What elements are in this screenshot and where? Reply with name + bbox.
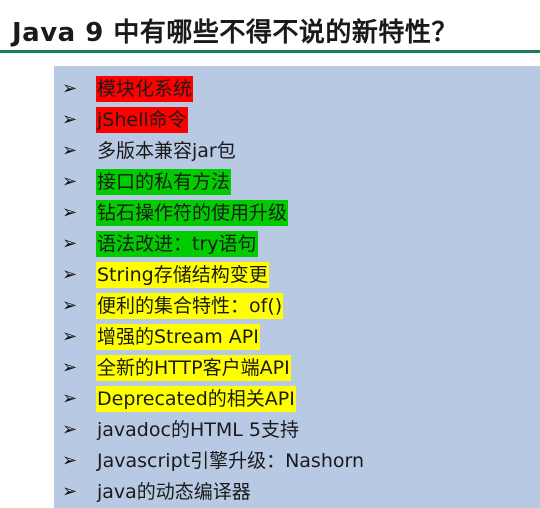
title-divider bbox=[0, 50, 540, 53]
list-item-text: 接口的私有方法 bbox=[96, 168, 232, 195]
arrow-bullet-icon: ➢ bbox=[62, 232, 78, 254]
arrow-bullet-icon: ➢ bbox=[62, 139, 78, 161]
arrow-bullet-icon: ➢ bbox=[62, 170, 78, 192]
list-item-text: Javascript引擎升级：Nashorn bbox=[97, 449, 365, 472]
slide-title: Java 9 中有哪些不得不说的新特性？ bbox=[12, 18, 458, 48]
list-item: ➢ 语法改进：try语句 bbox=[62, 228, 365, 259]
list-item: ➢ jShell命令 bbox=[62, 104, 365, 135]
list-item-text: 全新的HTTP客户端API bbox=[96, 354, 291, 381]
arrow-bullet-icon: ➢ bbox=[62, 356, 78, 378]
list-item: ➢ 增强的Stream API bbox=[62, 321, 365, 352]
arrow-bullet-icon: ➢ bbox=[62, 201, 78, 223]
list-item: ➢ 模块化系统 bbox=[62, 73, 365, 104]
arrow-bullet-icon: ➢ bbox=[62, 418, 78, 440]
list-item: ➢ 多版本兼容jar包 bbox=[62, 135, 365, 166]
arrow-bullet-icon: ➢ bbox=[62, 108, 78, 130]
arrow-bullet-icon: ➢ bbox=[62, 294, 78, 316]
list-item: ➢ 接口的私有方法 bbox=[62, 166, 365, 197]
list-item-text: 多版本兼容jar包 bbox=[97, 139, 236, 162]
list-item-text: java的动态编译器 bbox=[97, 480, 251, 503]
list-item: ➢ Javascript引擎升级：Nashorn bbox=[62, 445, 365, 476]
list-item: ➢ 全新的HTTP客户端API bbox=[62, 352, 365, 383]
arrow-bullet-icon: ➢ bbox=[62, 480, 78, 502]
list-item-text: javadoc的HTML 5支持 bbox=[97, 418, 299, 441]
list-item-text: 增强的Stream API bbox=[96, 323, 260, 350]
arrow-bullet-icon: ➢ bbox=[62, 387, 78, 409]
list-item-text: 语法改进：try语句 bbox=[96, 230, 258, 257]
arrow-bullet-icon: ➢ bbox=[62, 77, 78, 99]
list-item-text: jShell命令 bbox=[96, 106, 188, 133]
list-item: ➢ String存储结构变更 bbox=[62, 259, 365, 290]
feature-list: ➢ 模块化系统 ➢ jShell命令 ➢ 多版本兼容jar包 ➢ 接口的私有方法… bbox=[62, 73, 365, 507]
list-item-text: 便利的集合特性：of() bbox=[96, 292, 284, 319]
list-item: ➢ java的动态编译器 bbox=[62, 476, 365, 507]
slide: Java 9 中有哪些不得不说的新特性？ ➢ 模块化系统 ➢ jShell命令 … bbox=[0, 0, 540, 508]
list-item: ➢ 钻石操作符的使用升级 bbox=[62, 197, 365, 228]
arrow-bullet-icon: ➢ bbox=[62, 449, 78, 471]
list-item: ➢ javadoc的HTML 5支持 bbox=[62, 414, 365, 445]
list-item: ➢ 便利的集合特性：of() bbox=[62, 290, 365, 321]
list-item-text: Deprecated的相关API bbox=[96, 385, 296, 412]
arrow-bullet-icon: ➢ bbox=[62, 325, 78, 347]
list-item-text: 模块化系统 bbox=[96, 75, 194, 102]
list-item-text: 钻石操作符的使用升级 bbox=[96, 199, 289, 226]
list-item-text: String存储结构变更 bbox=[96, 261, 269, 288]
list-item: ➢ Deprecated的相关API bbox=[62, 383, 365, 414]
arrow-bullet-icon: ➢ bbox=[62, 263, 78, 285]
